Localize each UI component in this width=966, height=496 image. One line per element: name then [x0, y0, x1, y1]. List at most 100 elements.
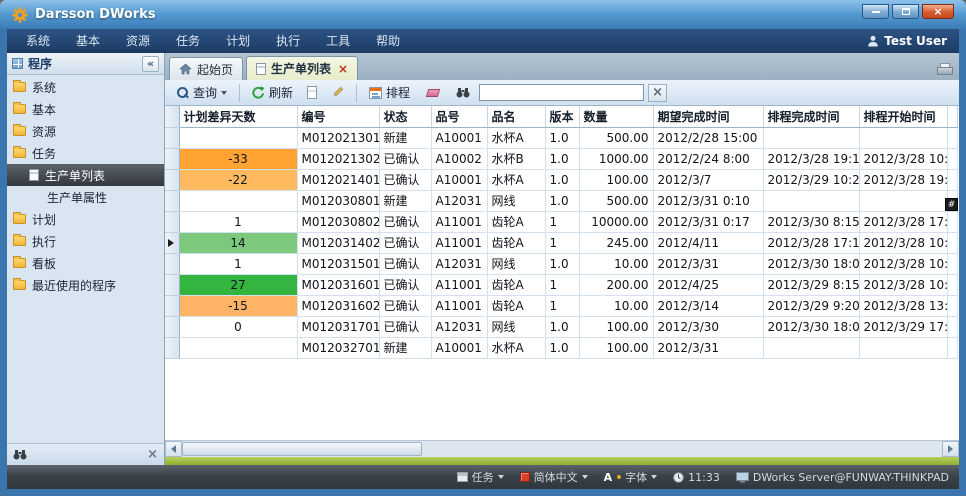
- table-row-9[interactable]: 0M012031701已确认A12031网线1.0100.002012/3/30…: [165, 316, 957, 337]
- column-header-6[interactable]: 数量: [579, 106, 653, 127]
- horizontal-scrollbar[interactable]: [165, 440, 959, 457]
- schedule-label: 排程: [386, 84, 410, 101]
- sidebar-collapse-button[interactable]: [142, 56, 159, 72]
- table-row-6[interactable]: 1M012031501已确认A12031网线1.010.002012/3/312…: [165, 253, 957, 274]
- user-area[interactable]: Test User: [867, 34, 953, 48]
- font-menu[interactable]: A 字体: [604, 469, 658, 485]
- unschedule-button[interactable]: [419, 87, 447, 99]
- sidebar-item-7[interactable]: 执行: [7, 230, 164, 252]
- cell: 齿轮A: [487, 232, 545, 253]
- table-row-2[interactable]: -22M012021401已确认A10001水杯A1.0100.002012/3…: [165, 169, 957, 190]
- menu-item-7[interactable]: 帮助: [363, 29, 413, 53]
- sidebar-item-4[interactable]: 生产单列表: [7, 164, 164, 186]
- row-header[interactable]: [165, 127, 179, 148]
- menu-item-4[interactable]: 计划: [213, 29, 263, 53]
- row-header[interactable]: [165, 337, 179, 358]
- cell: 0: [179, 316, 297, 337]
- menu-item-3[interactable]: 任务: [163, 29, 213, 53]
- sidebar-item-6[interactable]: 计划: [7, 208, 164, 230]
- column-header-8[interactable]: 排程完成时间: [763, 106, 859, 127]
- row-header[interactable]: [165, 316, 179, 337]
- menu-item-0[interactable]: 系统: [13, 29, 63, 53]
- cell: 100.00: [579, 316, 653, 337]
- cell: 2012/3/28 10:52: [859, 253, 947, 274]
- column-header-3[interactable]: 品号: [431, 106, 487, 127]
- table-row-10[interactable]: M012032701新建A10001水杯A1.0100.002012/3/31: [165, 337, 957, 358]
- menu-item-5[interactable]: 执行: [263, 29, 313, 53]
- folder-icon: [13, 258, 26, 268]
- scroll-right-button[interactable]: [942, 441, 959, 457]
- row-header[interactable]: [165, 253, 179, 274]
- row-header[interactable]: [165, 274, 179, 295]
- tab-label: 起始页: [197, 61, 233, 78]
- query-button[interactable]: 查询: [171, 82, 232, 103]
- sidebar-item-label: 生产单属性: [47, 189, 107, 206]
- close-button[interactable]: [922, 4, 954, 19]
- table-row-8[interactable]: -15M012031602已确认A11001齿轮A110.002012/3/14…: [165, 295, 957, 316]
- table-row-5[interactable]: 14M012031402已确认A11001齿轮A1245.002012/4/11…: [165, 232, 957, 253]
- schedule-button[interactable]: 排程: [364, 82, 415, 103]
- minimize-button[interactable]: [862, 4, 889, 19]
- tab-start-page[interactable]: 起始页: [169, 57, 243, 80]
- column-header-0[interactable]: 计划差异天数: [179, 106, 297, 127]
- table-row-3[interactable]: M012030801新建A12031网线1.0500.002012/3/31 0…: [165, 190, 957, 211]
- tab-production-order-list[interactable]: 生产单列表: [246, 56, 358, 80]
- column-header-9[interactable]: 排程开始时间: [859, 106, 947, 127]
- scroll-left-button[interactable]: [165, 441, 182, 457]
- arrow-right-icon: [948, 445, 953, 453]
- cell: M012032701: [297, 337, 379, 358]
- row-header[interactable]: [165, 295, 179, 316]
- title-bar[interactable]: Darsson DWorks: [0, 0, 966, 29]
- scrollbar-thumb[interactable]: [182, 442, 422, 456]
- cell: 1.0: [545, 169, 579, 190]
- table-row-0[interactable]: M012021301新建A10001水杯A1.0500.002012/2/28 …: [165, 127, 957, 148]
- user-icon: [867, 35, 879, 47]
- status-time: 11:33: [688, 471, 720, 484]
- language-menu[interactable]: 简体中文: [520, 469, 588, 485]
- cell: -15: [179, 295, 297, 316]
- row-header[interactable]: [165, 190, 179, 211]
- column-header-5[interactable]: 版本: [545, 106, 579, 127]
- tasks-menu[interactable]: 任务: [457, 469, 504, 485]
- sidebar-search-clear-icon[interactable]: [147, 448, 158, 461]
- column-header-2[interactable]: 状态: [379, 106, 431, 127]
- refresh-button[interactable]: 刷新: [247, 82, 298, 103]
- sidebar-item-8[interactable]: 看板: [7, 252, 164, 274]
- column-header-1[interactable]: 编号: [297, 106, 379, 127]
- menu-item-2[interactable]: 资源: [113, 29, 163, 53]
- sidebar-item-5[interactable]: 生产单属性: [7, 186, 164, 208]
- sidebar-item-0[interactable]: 系统: [7, 76, 164, 98]
- filter-clear-button[interactable]: [648, 84, 667, 102]
- row-header[interactable]: [165, 232, 179, 253]
- column-header-7[interactable]: 期望完成时间: [653, 106, 763, 127]
- row-header[interactable]: [165, 148, 179, 169]
- menu-item-1[interactable]: 基本: [63, 29, 113, 53]
- sidebar-items: 系统基本资源任务生产单列表生产单属性计划执行看板最近使用的程序: [7, 75, 164, 443]
- sidebar-search-bar[interactable]: [7, 443, 164, 465]
- sidebar-item-9[interactable]: 最近使用的程序: [7, 274, 164, 296]
- sidebar-item-2[interactable]: 资源: [7, 120, 164, 142]
- edit-button[interactable]: [326, 84, 349, 101]
- table-row-1[interactable]: -33M012021302已确认A10002水杯B1.01000.002012/…: [165, 148, 957, 169]
- row-header[interactable]: [165, 169, 179, 190]
- column-header-4[interactable]: 品名: [487, 106, 545, 127]
- find-button[interactable]: [451, 85, 475, 100]
- tab-close-icon[interactable]: [338, 63, 348, 75]
- new-button[interactable]: [302, 84, 322, 101]
- row-header[interactable]: [165, 211, 179, 232]
- minimize-icon: [872, 11, 880, 13]
- cell: [947, 253, 957, 274]
- filter-input[interactable]: [479, 84, 644, 101]
- table-row-7[interactable]: 27M012031601已确认A11001齿轮A1200.002012/4/25…: [165, 274, 957, 295]
- table-row-4[interactable]: 1M012030802已确认A11001齿轮A110000.002012/3/3…: [165, 211, 957, 232]
- sidebar-item-1[interactable]: 基本: [7, 98, 164, 120]
- pin-area[interactable]: [937, 63, 951, 74]
- menu-item-6[interactable]: 工具: [313, 29, 363, 53]
- search-icon: [176, 86, 189, 99]
- sidebar-item-3[interactable]: 任务: [7, 142, 164, 164]
- maximize-button[interactable]: [892, 4, 919, 19]
- scrollbar-track[interactable]: [182, 441, 942, 457]
- cell: 1.0: [545, 337, 579, 358]
- grid-header-row: 计划差异天数编号状态品号品名版本数量期望完成时间排程完成时间排程开始时间: [165, 106, 957, 127]
- cell: 2012/3/30 8:15: [763, 211, 859, 232]
